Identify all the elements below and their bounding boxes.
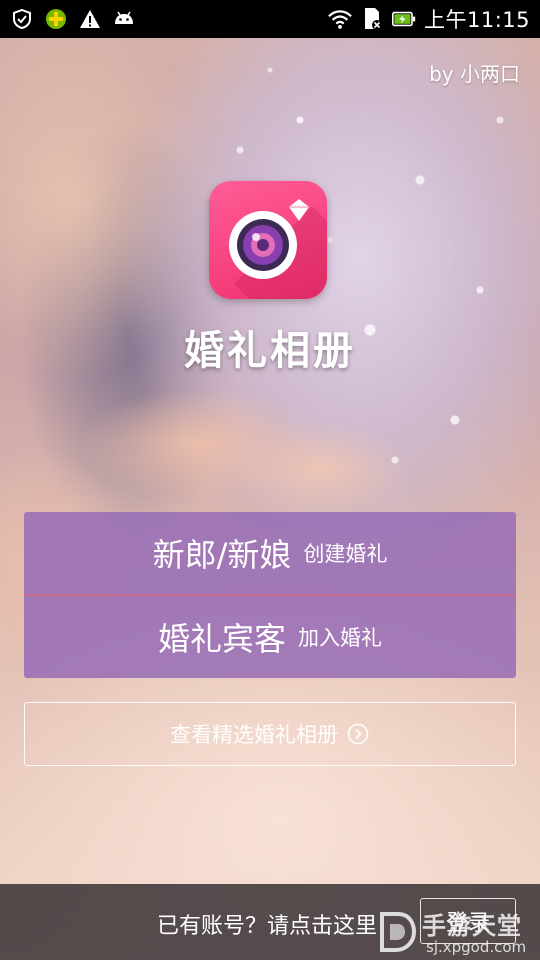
camera-ring-icon (229, 199, 309, 279)
plus-badge-icon (44, 7, 68, 31)
wifi-icon (328, 7, 352, 31)
login-button[interactable]: 登录 (420, 898, 516, 944)
sd-card-icon (360, 7, 384, 31)
credit-label: by 小两口 (429, 62, 520, 86)
status-time: 上午11:15 (423, 8, 530, 32)
role-selection-panel: 新郎/新娘 创建婚礼 婚礼宾客 加入婚礼 (24, 512, 516, 678)
screen: 上午11:15 by 小两口 婚礼相册 新郎/新娘 创建婚礼 婚礼宾客 加入婚礼 (0, 0, 540, 960)
status-notifications (10, 7, 146, 31)
app-title: 婚礼相册 (184, 328, 356, 374)
guest-button-sublabel: 加入婚礼 (298, 626, 382, 650)
chevron-right-circle-icon (346, 722, 370, 746)
login-prompt: 已有账号？请点击这里 (157, 914, 378, 939)
android-icon (112, 7, 136, 31)
battery-charging-icon (391, 7, 416, 31)
couple-button-label: 新郎/新娘 (152, 536, 292, 574)
background-sparkles (0, 0, 540, 960)
couple-create-wedding-button[interactable]: 新郎/新娘 创建婚礼 (24, 512, 516, 596)
app-logo (209, 181, 327, 299)
couple-button-sublabel: 创建婚礼 (303, 542, 388, 566)
warning-icon (78, 7, 102, 31)
login-footer: 已有账号？请点击这里 登录 (0, 884, 540, 960)
status-system: 上午11:15 (328, 4, 530, 34)
guest-join-wedding-button[interactable]: 婚礼宾客 加入婚礼 (24, 596, 516, 678)
browse-button-label: 查看精选婚礼相册 (170, 723, 338, 747)
status-bar: 上午11:15 (0, 0, 540, 38)
shield-check-icon (10, 7, 34, 31)
browse-featured-albums-button[interactable]: 查看精选婚礼相册 (24, 702, 516, 766)
guest-button-label: 婚礼宾客 (157, 620, 286, 658)
